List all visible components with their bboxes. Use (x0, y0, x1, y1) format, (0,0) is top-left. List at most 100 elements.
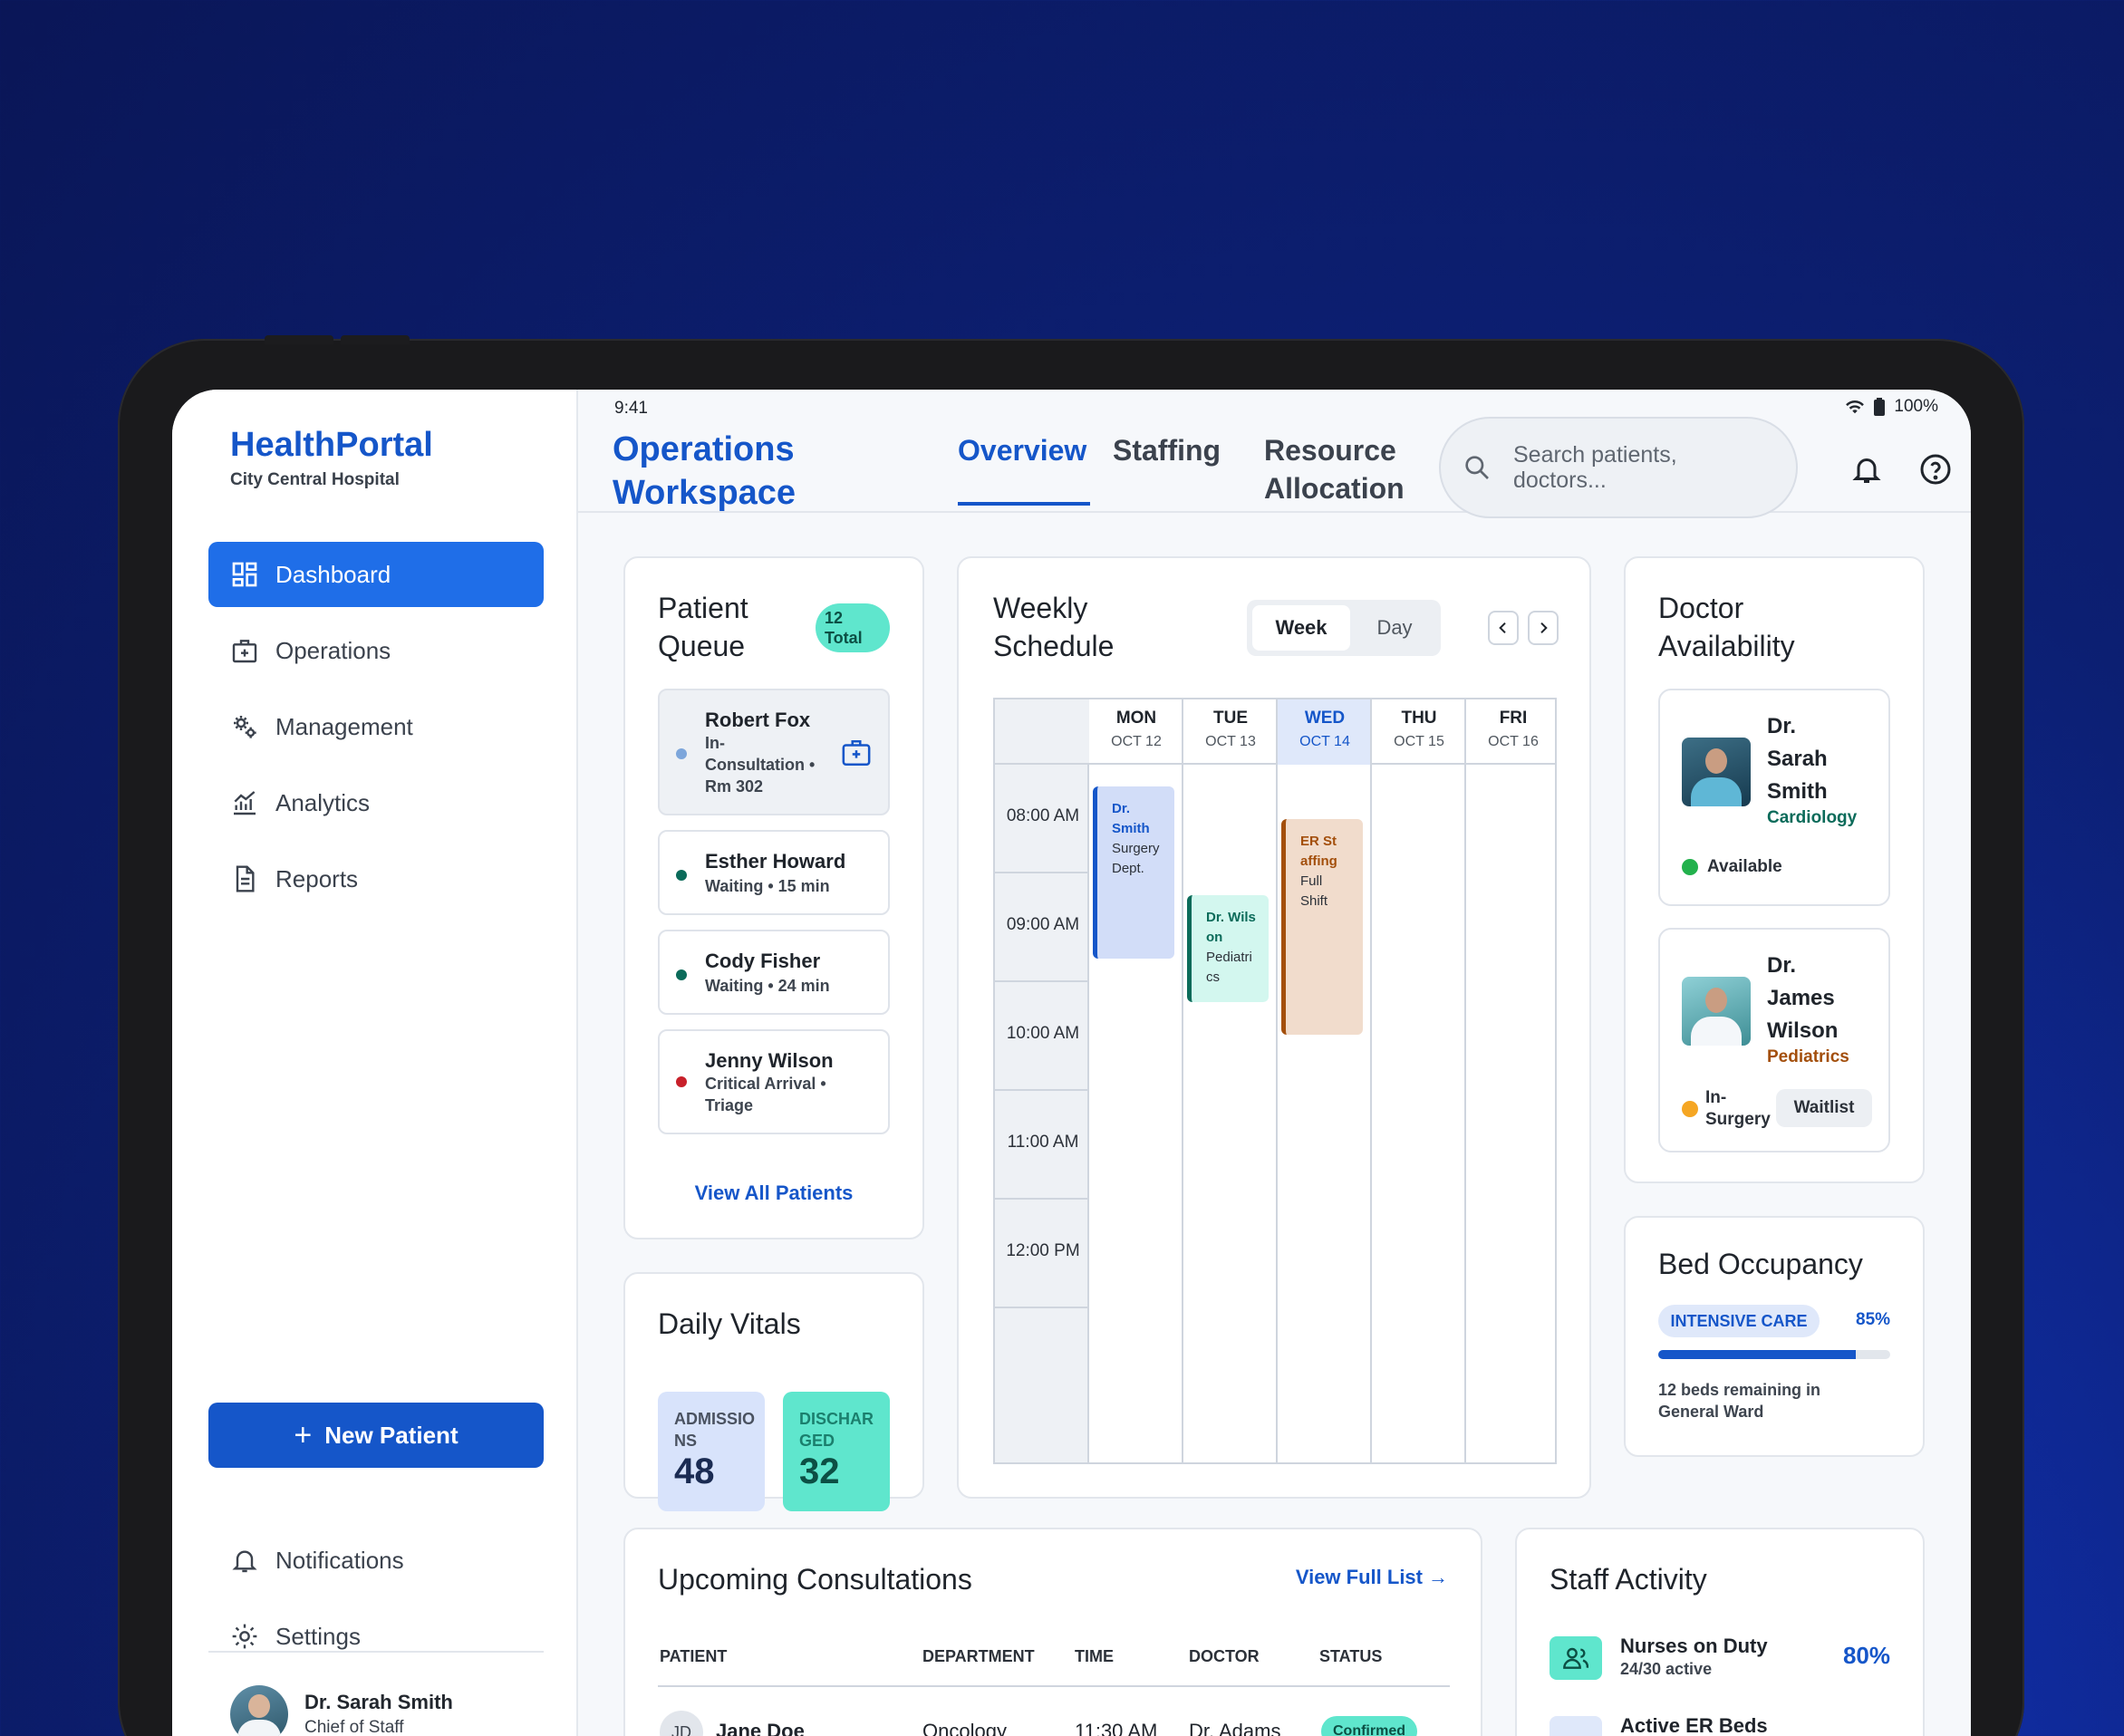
card-title: Daily Vitals (658, 1307, 801, 1340)
column-header[interactable]: PATIENT (660, 1647, 727, 1666)
arrow-right-icon: → (1428, 1566, 1448, 1588)
day-toggle-button[interactable]: Day (1354, 605, 1435, 651)
availability-status: In-Surgery (1682, 1087, 1774, 1131)
time-label: 10:00 AM (1006, 1024, 1080, 1043)
doctor-card[interactable]: Dr. James Wilson Pediatrics In-Surgery W… (1658, 928, 1890, 1153)
sidebar-item-dashboard[interactable]: Dashboard (208, 542, 544, 607)
week-toggle-button[interactable]: Week (1252, 605, 1350, 651)
day-header-tue[interactable]: TUE OCT 13 (1183, 709, 1278, 750)
card-title: Doctor Availability (1658, 592, 1795, 662)
medical-bag-icon (232, 640, 257, 663)
time-label: 08:00 AM (1006, 806, 1080, 825)
sidebar-item-label: Settings (275, 1622, 361, 1650)
event-detail: Full Shift (1300, 873, 1328, 909)
discharged-tile[interactable]: DISCHARGED 32 (783, 1392, 890, 1511)
tab-overview[interactable]: Overview (958, 431, 1086, 469)
prev-week-button[interactable] (1488, 611, 1519, 645)
day-header-fri[interactable]: FRI OCT 16 (1466, 709, 1560, 750)
grid-line (995, 1307, 1089, 1308)
status-dot (676, 870, 687, 881)
grid-line (995, 1089, 1089, 1091)
top-header: 9:41 100% Operations Workspace Overview … (578, 390, 1971, 518)
grid-line (1464, 699, 1466, 1462)
people-icon (1563, 1647, 1589, 1669)
waitlist-button[interactable]: Waitlist (1776, 1089, 1872, 1127)
queue-item[interactable]: Esther Howard Waiting • 15 min (658, 830, 890, 915)
sidebar: HealthPortal City Central Hospital Dashb… (172, 390, 578, 1736)
day-header-thu[interactable]: THU OCT 15 (1372, 709, 1466, 750)
sidebar-item-operations[interactable]: Operations (208, 618, 544, 683)
unit-badge: INTENSIVE CARE (1658, 1305, 1820, 1337)
brand-subtitle: City Central Hospital (230, 470, 400, 489)
schedule-event[interactable]: ER Staffing Full Shift (1281, 819, 1363, 1035)
discharged-value: 32 (799, 1451, 840, 1491)
grid-line (1370, 699, 1372, 1462)
day-date: OCT 12 (1111, 734, 1162, 749)
admissions-label: ADMISSIONS (674, 1410, 756, 1450)
tab-staffing[interactable]: Staffing (1113, 431, 1221, 469)
sidebar-item-label: Notifications (275, 1546, 404, 1574)
bell-icon (232, 1550, 257, 1573)
view-all-patients-link[interactable]: View All Patients (625, 1181, 922, 1205)
queue-item[interactable]: Robert Fox In-Consultation • Rm 302 (658, 689, 890, 815)
schedule-event[interactable]: Dr. Wilson Pediatrics (1187, 895, 1269, 1002)
card-title: Weekly Schedule (993, 592, 1115, 662)
plus-icon: + (294, 1418, 313, 1452)
patient-name: Cody Fisher (705, 950, 821, 972)
queue-item[interactable]: Jenny Wilson Critical Arrival • Triage (658, 1029, 890, 1134)
help-icon[interactable] (1919, 453, 1952, 486)
staff-activity-card: Staff Activity Nurses on Duty 24/30 acti… (1515, 1528, 1925, 1736)
schedule-event[interactable]: Dr. Smith Surgery Dept. (1093, 786, 1174, 959)
weekly-schedule-card: Weekly Schedule Week Day MON OCT 12 TUE OC… (957, 556, 1591, 1499)
queue-item[interactable]: Cody Fisher Waiting • 24 min (658, 930, 890, 1015)
schedule-grid: MON OCT 12 TUE OCT 13 WED OCT 14 THU OCT 15 … (993, 698, 1557, 1464)
time-label: 09:00 AM (1006, 915, 1080, 934)
tab-resource-allocation[interactable]: Resource Allocation (1264, 431, 1409, 507)
view-full-list-link[interactable]: View Full List → (1296, 1566, 1448, 1589)
sidebar-item-notifications[interactable]: Notifications (208, 1528, 544, 1593)
doctor-specialty: Cardiology (1767, 808, 1858, 827)
sidebar-item-reports[interactable]: Reports (208, 846, 544, 911)
doctor-card[interactable]: Dr. Sarah Smith Cardiology Available (1658, 689, 1890, 906)
column-header[interactable]: DEPARTMENT (922, 1647, 1035, 1666)
column-header[interactable]: STATUS (1319, 1647, 1382, 1666)
search-input[interactable]: Search patients, doctors... (1439, 417, 1798, 518)
card-title: Staff Activity (1550, 1563, 1707, 1596)
table-divider (658, 1685, 1450, 1687)
event-title: ER Staffing (1300, 834, 1337, 869)
sidebar-item-management[interactable]: Management (208, 694, 544, 759)
profile-name: Dr. Sarah Smith (304, 1691, 453, 1713)
brand-name[interactable]: HealthPortal (230, 426, 433, 465)
doctor-photo (1682, 977, 1751, 1046)
next-week-button[interactable] (1528, 611, 1559, 645)
column-header[interactable]: TIME (1075, 1647, 1114, 1666)
day-header-wed[interactable]: WED OCT 14 (1278, 709, 1372, 750)
admissions-tile[interactable]: ADMISSIONS 48 (658, 1392, 765, 1511)
patient-queue-card: Patient Queue 12 Total Robert Fox In-Con… (623, 556, 924, 1239)
daily-vitals-card: Daily Vitals ADMISSIONS 48 DISCHARGED 32 (623, 1272, 924, 1511)
occupancy-bar (1658, 1350, 1890, 1359)
card-title: Patient Queue (658, 592, 748, 662)
day-name: WED (1304, 709, 1346, 728)
admissions-value: 48 (674, 1451, 715, 1491)
profile-role: Chief of Staff (304, 1718, 404, 1736)
column-header[interactable]: DOCTOR (1189, 1647, 1260, 1666)
chart-icon (234, 791, 256, 815)
status-text: In-Surgery (1705, 1088, 1771, 1129)
user-profile[interactable]: Dr. Sarah Smith Chief of Staff (230, 1685, 453, 1736)
new-patient-button[interactable]: + New Patient (208, 1403, 544, 1468)
day-date: OCT 15 (1394, 734, 1444, 749)
sidebar-item-settings[interactable]: Settings (208, 1604, 544, 1669)
doctor-name: Dr. Sarah Smith (1767, 714, 1828, 804)
sidebar-item-analytics[interactable]: Analytics (208, 770, 544, 835)
card-title: Upcoming Consultations (658, 1563, 972, 1596)
total-badge-text: 12 Total (825, 609, 863, 647)
id-card-icon[interactable] (841, 738, 872, 768)
time-label: 11:00 AM (1007, 1133, 1079, 1152)
upcoming-consultations-card: Upcoming Consultations View Full List → … (623, 1528, 1482, 1736)
occupancy-percent: 85% (1856, 1310, 1891, 1329)
department-cell: Oncology (922, 1720, 1007, 1736)
page-title: Operations Workspace (613, 430, 796, 512)
day-header-mon[interactable]: MON OCT 12 (1089, 709, 1183, 750)
notification-bell-icon[interactable] (1850, 453, 1883, 486)
